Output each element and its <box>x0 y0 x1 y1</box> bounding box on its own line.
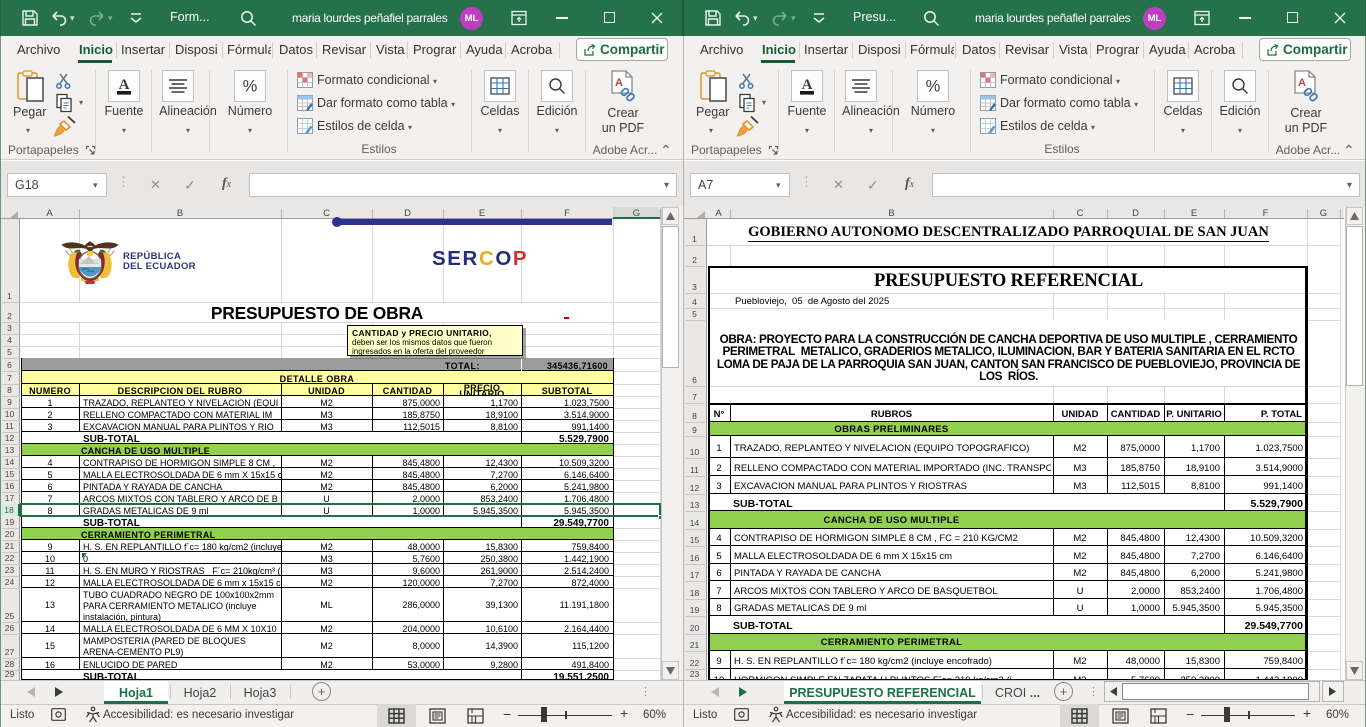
svg-text:%: % <box>926 78 941 96</box>
svg-text:%: % <box>243 78 258 96</box>
svg-text:A: A <box>615 77 623 89</box>
svg-text:A: A <box>1298 77 1306 89</box>
svg-text:A: A <box>119 77 130 93</box>
svg-text:A: A <box>802 77 813 93</box>
